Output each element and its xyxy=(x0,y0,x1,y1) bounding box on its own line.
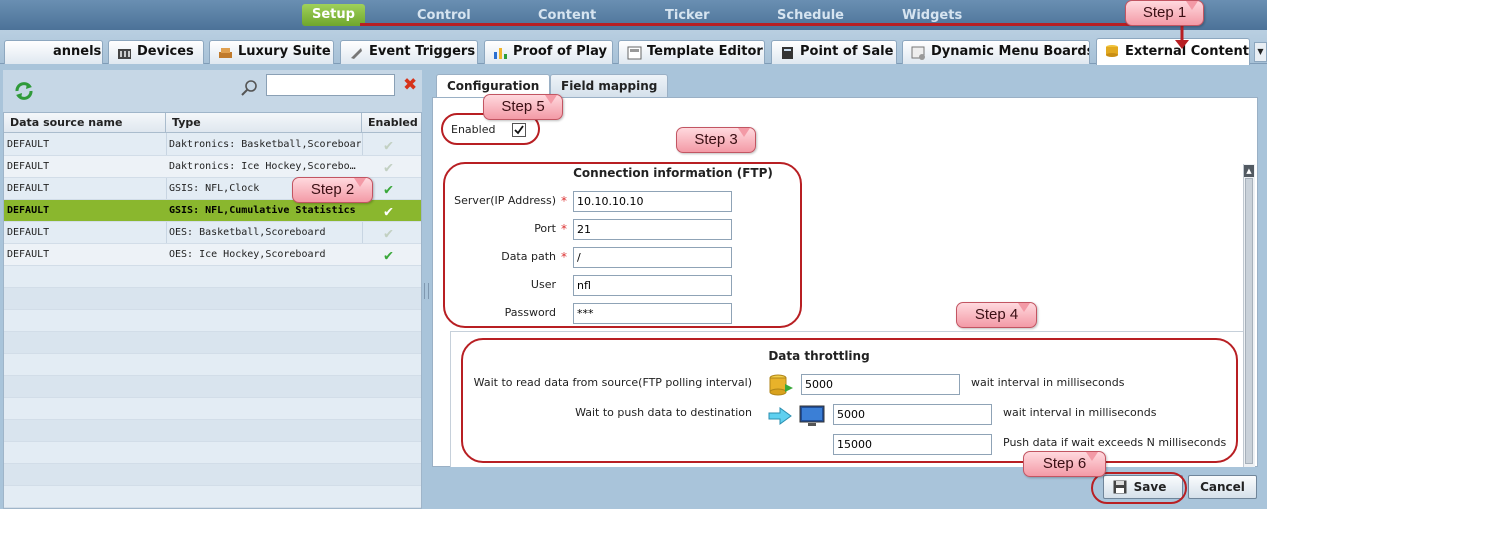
data-source-toolbar: ✖ xyxy=(3,70,422,112)
enabled-check-icon[interactable]: ✔ xyxy=(384,158,393,176)
data-source-panel: ✖ Data source name Type Enabled DEFAULT … xyxy=(3,70,422,509)
step4-callout: Step 4 xyxy=(956,302,1037,328)
menu-board-icon xyxy=(911,46,925,60)
step6-callout: Step 6 xyxy=(1023,451,1106,477)
row-type: Daktronics: Basketball,Scoreboard xyxy=(169,139,361,150)
tab-luxury-suite[interactable]: Luxury Suite xyxy=(209,40,334,64)
empty-row xyxy=(4,376,421,398)
tab-label: Devices xyxy=(137,44,194,59)
tab-label: Event Triggers xyxy=(369,44,476,59)
sofa-icon xyxy=(219,48,232,58)
tab-template-editor[interactable]: Template Editor xyxy=(618,40,765,64)
empty-row xyxy=(4,332,421,354)
row-type: GSIS: NFL,Cumulative Statistics xyxy=(169,205,356,216)
tab-scroll-arrow[interactable]: ▼ xyxy=(1254,42,1267,62)
app-window: Setup Control Content Ticker Schedule Wi… xyxy=(0,0,1267,509)
column-header-type[interactable]: Type xyxy=(166,113,362,133)
tab-label: Proof of Play xyxy=(513,44,607,59)
bar-chart-icon xyxy=(494,48,507,59)
scroll-up-arrow[interactable]: ▲ xyxy=(1244,165,1254,177)
table-header: Data source name Type Enabled xyxy=(4,113,421,133)
row-name: DEFAULT xyxy=(7,227,50,238)
table-row-selected[interactable]: DEFAULT GSIS: NFL,Cumulative Statistics … xyxy=(4,200,421,222)
step4-highlight-ring xyxy=(461,338,1238,463)
tab-label: Dynamic Menu Boards xyxy=(931,44,1090,59)
database-icon xyxy=(1106,45,1118,57)
step1-callout: Step 1 xyxy=(1125,0,1204,26)
tab-devices[interactable]: Devices xyxy=(108,40,204,64)
row-type: OES: Basketball,Scoreboard xyxy=(169,227,326,238)
tab-label: Luxury Suite xyxy=(238,44,331,59)
data-source-table: Data source name Type Enabled DEFAULT Da… xyxy=(3,112,422,509)
tab-label: Point of Sale xyxy=(800,44,894,59)
clear-search-icon[interactable]: ✖ xyxy=(403,76,417,94)
step1-connector-line xyxy=(360,23,1182,26)
enabled-check-icon[interactable]: ✔ xyxy=(384,136,393,154)
tab-point-of-sale[interactable]: Point of Sale xyxy=(771,40,897,64)
step5-callout: Step 5 xyxy=(483,94,563,120)
cancel-button[interactable]: Cancel xyxy=(1188,475,1257,499)
tab-label: Template Editor xyxy=(647,44,763,59)
table-row[interactable]: DEFAULT Daktronics: Basketball,Scoreboar… xyxy=(4,134,421,156)
table-row[interactable]: DEFAULT OES: Ice Hockey,Scoreboard ✔ xyxy=(4,244,421,266)
row-name: DEFAULT xyxy=(7,139,50,150)
empty-row xyxy=(4,486,421,508)
template-icon xyxy=(627,46,642,60)
tab-event-triggers[interactable]: Event Triggers xyxy=(340,40,478,64)
step3-highlight-ring xyxy=(443,162,802,328)
tab-label: annels xyxy=(53,44,102,59)
column-header-name[interactable]: Data source name xyxy=(4,113,166,133)
enabled-check-icon[interactable]: ✔ xyxy=(384,202,393,220)
tab-dynamic-menu-boards[interactable]: Dynamic Menu Boards xyxy=(902,40,1090,64)
row-type: OES: Ice Hockey,Scoreboard xyxy=(169,249,326,260)
empty-row xyxy=(4,288,421,310)
row-name: DEFAULT xyxy=(7,205,50,216)
tab-field-mapping[interactable]: Field mapping xyxy=(550,74,669,98)
step3-callout: Step 3 xyxy=(676,127,756,153)
row-name: DEFAULT xyxy=(7,161,50,172)
row-name: DEFAULT xyxy=(7,249,50,260)
empty-row xyxy=(4,310,421,332)
tab-channels[interactable]: annels xyxy=(4,40,103,64)
calculator-icon xyxy=(782,47,793,59)
empty-row xyxy=(4,266,421,288)
step2-callout: Step 2 xyxy=(292,177,373,203)
empty-row xyxy=(4,420,421,442)
row-type: Daktronics: Ice Hockey,Scorebo… xyxy=(169,161,356,172)
tab-proof-of-play[interactable]: Proof of Play xyxy=(484,40,613,64)
refresh-icon[interactable] xyxy=(11,78,37,104)
empty-row xyxy=(4,464,421,486)
step6-highlight-ring xyxy=(1091,472,1187,504)
trigger-icon xyxy=(351,48,362,59)
search-icon xyxy=(241,80,257,96)
panel-splitter[interactable] xyxy=(424,283,429,299)
table-row[interactable]: DEFAULT OES: Basketball,Scoreboard ✔ xyxy=(4,222,421,244)
module-tab-bar: annels Devices Luxury Suite Event Trigge… xyxy=(0,30,1267,65)
search-input[interactable] xyxy=(266,74,395,96)
devices-icon xyxy=(118,49,131,59)
config-scrollbar-thumb[interactable] xyxy=(1245,178,1253,464)
table-row[interactable]: DEFAULT Daktronics: Ice Hockey,Scorebo… … xyxy=(4,156,421,178)
empty-row xyxy=(4,442,421,464)
column-header-enabled[interactable]: Enabled xyxy=(362,113,421,133)
nav-setup[interactable]: Setup xyxy=(302,4,365,26)
enabled-check-icon[interactable]: ✔ xyxy=(384,224,393,242)
enabled-check-icon[interactable]: ✔ xyxy=(384,246,393,264)
row-name: DEFAULT xyxy=(7,183,50,194)
empty-row xyxy=(4,398,421,420)
enabled-check-icon[interactable]: ✔ xyxy=(384,180,393,198)
empty-row xyxy=(4,354,421,376)
